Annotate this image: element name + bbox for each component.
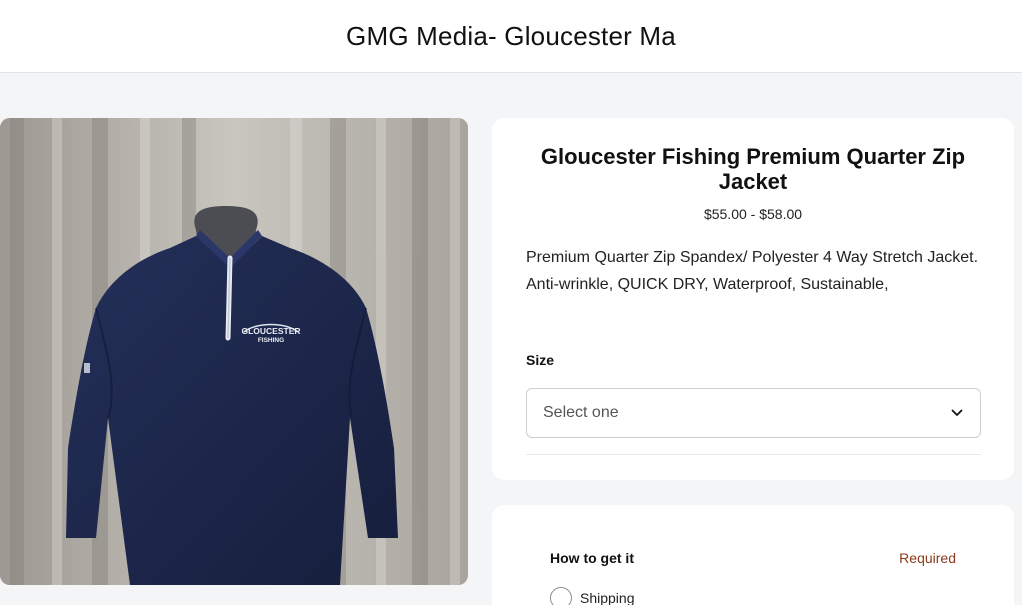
fulfillment-label: How to get it	[550, 550, 634, 566]
product-image[interactable]: GLOUCESTER FISHING	[0, 118, 468, 585]
logo-text-line2: FISHING	[258, 337, 284, 344]
site-header: GMG Media- Gloucester Ma	[0, 0, 1022, 73]
required-badge: Required	[899, 550, 956, 566]
logo-text-line1: GLOUCESTER	[241, 326, 300, 336]
product-photo: GLOUCESTER FISHING	[0, 118, 468, 585]
site-title[interactable]: GMG Media- Gloucester Ma	[346, 21, 676, 52]
shipping-option[interactable]: Shipping	[550, 587, 635, 605]
product-details-card: Gloucester Fishing Premium Quarter Zip J…	[492, 118, 1014, 480]
description-line: Premium Quarter Zip Spandex/ Polyester 4…	[526, 249, 979, 266]
chevron-down-icon	[950, 406, 964, 420]
product-title: Gloucester Fishing Premium Quarter Zip J…	[540, 144, 966, 194]
size-select-value: Select one	[543, 404, 619, 421]
fulfillment-card: How to get it Required Shipping	[492, 505, 1014, 605]
divider	[526, 454, 981, 455]
product-price: $55.00 - $58.00	[703, 206, 803, 222]
product-description: Premium Quarter Zip Spandex/ Polyester 4…	[526, 244, 986, 298]
shipping-radio[interactable]	[550, 587, 572, 605]
shipping-option-label: Shipping	[580, 590, 635, 605]
description-line: Anti-wrinkle, QUICK DRY, Waterproof, Sus…	[526, 276, 889, 293]
size-label: Size	[526, 352, 555, 368]
size-select[interactable]: Select one	[526, 388, 981, 438]
